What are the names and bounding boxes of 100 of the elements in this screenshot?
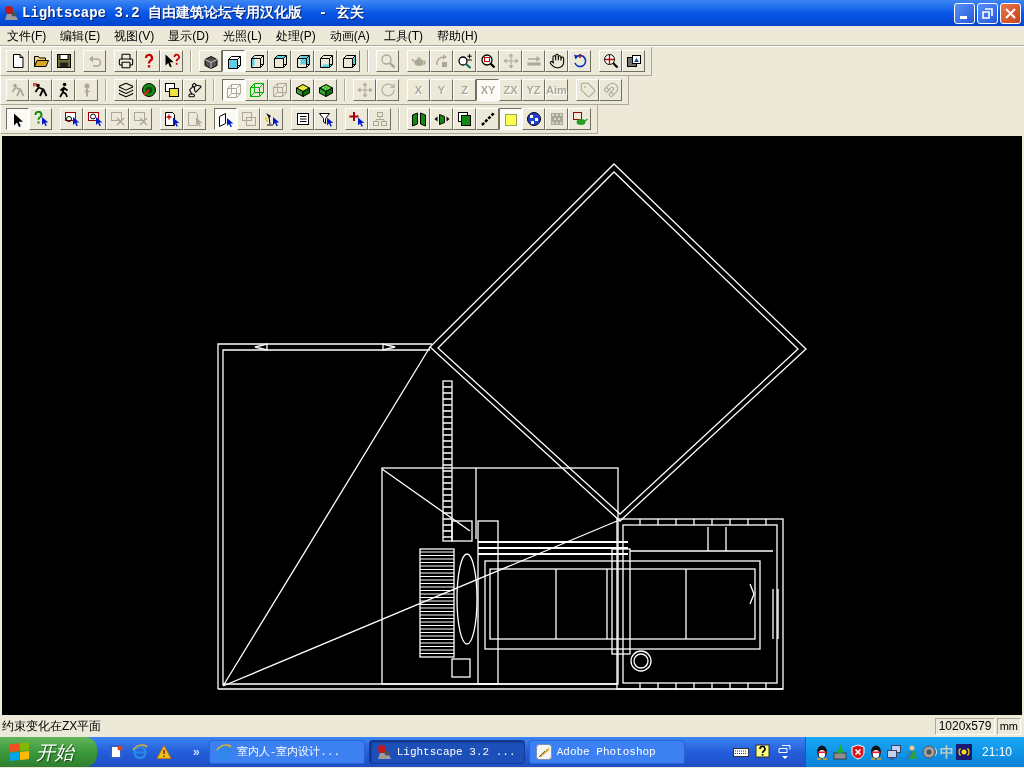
crouching-figure-icon bbox=[9, 82, 26, 98]
funnel-pointer-icon bbox=[317, 111, 334, 127]
windows-caret-icon[interactable] bbox=[776, 744, 793, 760]
orbit-icon bbox=[571, 53, 588, 69]
penguin-icon[interactable] bbox=[814, 744, 830, 760]
close-button[interactable] bbox=[1000, 2, 1021, 24]
cube-icon bbox=[294, 53, 311, 69]
crouching-figure-icon bbox=[32, 82, 49, 98]
swatch-icon bbox=[503, 111, 519, 128]
cube-icon bbox=[226, 53, 242, 70]
picture-frame-icon bbox=[625, 53, 642, 69]
shaded-cube-icon bbox=[294, 82, 311, 98]
feather-icon bbox=[535, 744, 552, 760]
cube-icon bbox=[340, 53, 357, 69]
more-button[interactable]: » bbox=[193, 746, 200, 758]
plane-pointer-icon bbox=[218, 111, 234, 128]
menu-item[interactable]: 显示(D) bbox=[161, 29, 216, 42]
menu-item[interactable]: 文件(F) bbox=[0, 29, 54, 42]
toolbar-button[interactable] bbox=[222, 50, 245, 72]
globe-icon bbox=[525, 111, 542, 127]
menu-item[interactable]: 处理(P) bbox=[268, 29, 323, 42]
window-title: Lightscape 3.2 自由建筑论坛专用汉化版 - 玄关 bbox=[22, 3, 364, 23]
close-icon bbox=[1005, 7, 1016, 19]
cube-icon bbox=[248, 53, 265, 69]
tree-icon bbox=[371, 111, 388, 127]
cube-icon bbox=[271, 53, 288, 69]
folder-icon bbox=[32, 53, 49, 69]
figure-logo-icon bbox=[375, 744, 392, 760]
box-icon bbox=[202, 53, 219, 69]
solid-cube-icon bbox=[317, 82, 334, 98]
stack-icon bbox=[240, 111, 257, 127]
menu-item[interactable]: 光照(L) bbox=[216, 29, 269, 42]
zoom-crosshair-icon bbox=[602, 53, 619, 69]
help-icon[interactable] bbox=[754, 744, 771, 760]
layers-icon bbox=[117, 82, 134, 98]
ring-icon[interactable] bbox=[132, 744, 148, 760]
lamp-icon bbox=[186, 82, 203, 98]
person-icon[interactable] bbox=[904, 744, 920, 760]
save-icon bbox=[55, 53, 72, 69]
status-message: 约束变化在ZX平面 bbox=[2, 720, 102, 732]
restore-button[interactable] bbox=[977, 2, 998, 24]
menu-item[interactable]: 动画(A) bbox=[322, 29, 377, 42]
start-button[interactable]: 开始 bbox=[0, 737, 97, 767]
flag-icon bbox=[10, 741, 30, 763]
menu-item[interactable]: 帮助(H) bbox=[430, 29, 485, 42]
computers-icon[interactable] bbox=[886, 744, 902, 760]
penguin-icon[interactable] bbox=[868, 744, 884, 760]
menu-item[interactable]: 编辑(E) bbox=[53, 29, 108, 42]
arrow-panels-icon bbox=[433, 111, 450, 127]
tag-icon bbox=[579, 82, 596, 98]
box-magnifier-pointer-icon bbox=[86, 111, 103, 127]
move-icon bbox=[356, 82, 373, 98]
minimize-button[interactable] bbox=[954, 2, 975, 24]
page-pointer-icon bbox=[186, 111, 203, 127]
list-icon bbox=[294, 111, 311, 127]
magnet-icon bbox=[602, 82, 619, 98]
dashed-line-icon bbox=[479, 111, 496, 127]
box-cross-icon bbox=[109, 111, 126, 127]
wire-cube-icon bbox=[271, 82, 288, 98]
pointer-help-icon bbox=[163, 53, 180, 69]
triangle-icon[interactable] bbox=[156, 744, 172, 760]
move-icon bbox=[502, 53, 519, 69]
lamp-pointer-icon bbox=[263, 111, 280, 127]
pattern-icon bbox=[548, 111, 565, 127]
task-button[interactable]: Adobe Photoshop bbox=[528, 740, 685, 764]
menu-item[interactable]: 视图(V) bbox=[107, 29, 162, 42]
rotate-icon bbox=[379, 82, 396, 98]
magnifier-icon bbox=[379, 53, 396, 69]
clock: 21:10 bbox=[981, 746, 1012, 758]
cube-icon bbox=[317, 53, 334, 69]
panels-icon bbox=[410, 111, 427, 127]
menu-item[interactable]: 工具(T) bbox=[376, 29, 430, 42]
shield-icon[interactable] bbox=[850, 744, 866, 760]
wire-cube-icon bbox=[226, 82, 242, 99]
box-circle-pointer-icon bbox=[63, 111, 80, 127]
squares-icon bbox=[456, 111, 473, 127]
plus-pointer-icon bbox=[348, 111, 365, 127]
size-readout: 1020x579 bbox=[934, 717, 995, 735]
page-plus-pointer-icon bbox=[163, 111, 180, 127]
disc-pen-icon bbox=[140, 82, 157, 98]
box-cross-icon bbox=[132, 111, 149, 127]
wire-cube-icon bbox=[248, 82, 265, 98]
task-button[interactable]: Lightscape 3.2 ... bbox=[368, 740, 525, 764]
page-icon[interactable] bbox=[108, 744, 124, 760]
toolbar-button[interactable] bbox=[6, 108, 29, 130]
speaker-icon[interactable] bbox=[922, 744, 938, 760]
hand-icon bbox=[548, 53, 565, 69]
toolbar-button[interactable] bbox=[214, 108, 237, 130]
restore-icon bbox=[982, 7, 993, 19]
overlapping-squares-icon bbox=[163, 82, 180, 98]
printer-icon bbox=[117, 53, 134, 69]
units-readout: mm bbox=[996, 717, 1021, 735]
turn-arrow-icon bbox=[433, 53, 450, 69]
zoom-box-icon bbox=[479, 53, 496, 69]
teapot-frame-icon bbox=[571, 111, 588, 127]
task-button[interactable]: 室内人-室内设计... bbox=[208, 740, 365, 764]
question-pointer-icon bbox=[32, 111, 49, 127]
figure-logo-icon bbox=[3, 5, 19, 21]
ring-icon bbox=[215, 744, 232, 760]
signal-icon[interactable] bbox=[956, 744, 972, 760]
